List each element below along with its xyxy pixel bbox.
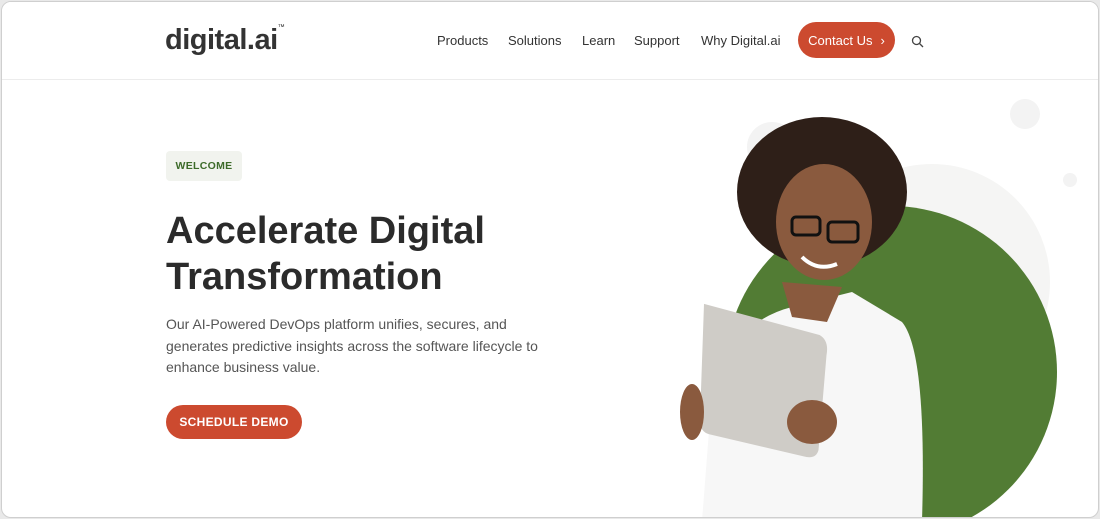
- contact-us-button[interactable]: Contact Us ›: [798, 22, 895, 58]
- search-icon[interactable]: [911, 35, 924, 53]
- welcome-badge: WELCOME: [166, 151, 242, 181]
- browser-frame: digital.ai™ Products Solutions Learn Sup…: [1, 1, 1099, 518]
- chevron-right-icon: ›: [880, 32, 885, 48]
- logo[interactable]: digital.ai™: [165, 24, 285, 57]
- nav-solutions[interactable]: Solutions: [508, 33, 561, 48]
- nav-support[interactable]: Support: [634, 33, 680, 48]
- nav-why-digital-ai[interactable]: Why Digital.ai: [701, 33, 780, 48]
- nav-learn[interactable]: Learn: [582, 33, 615, 48]
- schedule-demo-button[interactable]: SCHEDULE DEMO: [166, 405, 302, 439]
- page-title: Accelerate Digital Transformation: [166, 210, 485, 298]
- site-header: digital.ai™ Products Solutions Learn Sup…: [2, 2, 1098, 80]
- hero-image: [680, 99, 1077, 517]
- nav-products[interactable]: Products: [437, 33, 488, 48]
- hero-description: Our AI-Powered DevOps platform unifies, …: [166, 316, 538, 375]
